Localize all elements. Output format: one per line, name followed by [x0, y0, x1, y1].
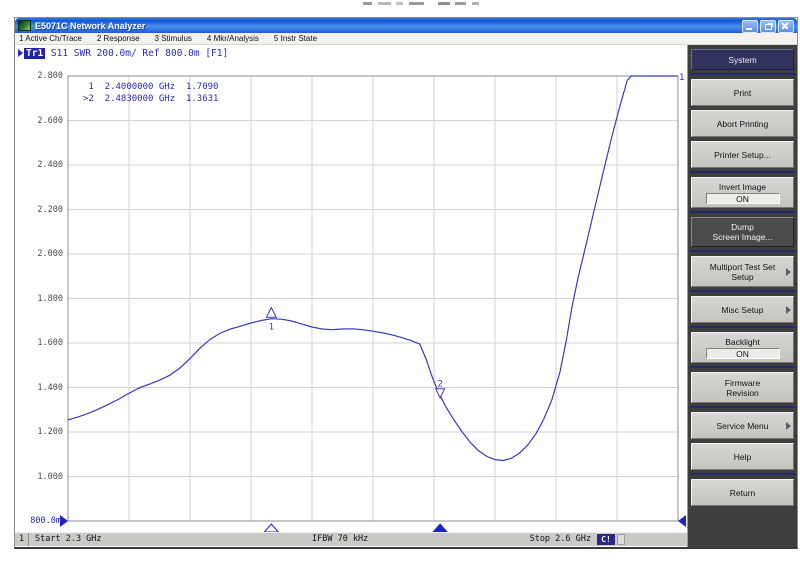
softkey-separator — [690, 290, 795, 292]
channel-number: 1 — [15, 533, 29, 546]
marker-2-number: 2 — [437, 380, 442, 390]
marker-1-number: 1 — [269, 323, 274, 333]
menu-item-5[interactable]: 5 Instr State — [274, 34, 317, 43]
y-axis-label: 2.800 — [17, 71, 63, 81]
softkey-sidebar: System Print Abort Printing Printer Setup..… — [687, 45, 797, 547]
softkey-label: Backlight — [725, 337, 760, 347]
softkey-label: Invert Image — [719, 182, 766, 192]
menu-bar: 1 Active Ch/Trace 2 Response 3 Stimulus 4 M… — [15, 33, 797, 45]
softkey-separator — [690, 366, 795, 368]
y-axis-label: 2.200 — [17, 205, 63, 215]
y-axis-label: 2.600 — [17, 116, 63, 126]
submenu-arrow-icon — [786, 422, 791, 430]
swr-plot: 1 1 2 — [15, 45, 687, 547]
softkey-dump[interactable]: DumpScreen Image... — [691, 217, 794, 247]
ref-level-right-arrow-icon — [678, 515, 686, 527]
softkey-printer-setup[interactable]: Printer Setup... — [691, 141, 794, 168]
ifbw-readout: IFBW 70 kHz — [312, 533, 368, 546]
softkey-separator — [690, 406, 795, 408]
softkey-separator — [690, 326, 795, 328]
submenu-arrow-icon — [786, 268, 791, 276]
softkey-separator — [690, 211, 795, 213]
menu-item-4[interactable]: 4 Mkr/Analysis — [207, 34, 259, 43]
ref-level-left-arrow-icon — [60, 515, 68, 527]
softkey-label: Firmware — [725, 378, 760, 388]
marker-readout-row-1: 1 2.4000000 GHz 1.7090 — [83, 81, 218, 93]
y-axis-label: 2.000 — [17, 249, 63, 259]
softkey-label: Revision — [726, 388, 759, 398]
trace-status-line: Tr1 S11 SWR 200.0m/ Ref 800.0m [F1] — [18, 47, 228, 59]
softkey-invert-image[interactable]: Invert ImageON — [691, 177, 794, 208]
softkey-label: Screen Image... — [712, 232, 772, 242]
trace-badge[interactable]: Tr1 — [24, 48, 45, 59]
marker-readout: 1 2.4000000 GHz 1.7090>2 2.4830000 GHz 1… — [83, 81, 218, 105]
y-axis-label: 1.600 — [17, 338, 63, 348]
softkey-separator — [690, 73, 795, 75]
softkey-print[interactable]: Print — [691, 79, 794, 106]
softkey-label: Print — [734, 88, 751, 98]
softkey-return[interactable]: Return — [691, 479, 794, 506]
status-bar: 1 Start 2.3 GHz IFBW 70 kHz Stop 2.6 GHz… — [15, 532, 687, 546]
measurement-screen: 112 Tr1 S11 SWR 200.0m/ Ref 800.0m [F1] … — [15, 45, 687, 547]
marker-readout-row-2: >2 2.4830000 GHz 1.3631 — [83, 93, 218, 105]
softkey-separator — [690, 171, 795, 173]
restore-icon — [765, 24, 772, 30]
softkey-backlight[interactable]: BacklightON — [691, 332, 794, 363]
softkey-abort-printing[interactable]: Abort Printing — [691, 110, 794, 137]
softkey-label: System — [728, 55, 756, 65]
menu-item-2[interactable]: 2 Response — [97, 34, 140, 43]
reference-level-label: 800.0m — [15, 516, 61, 526]
softkey-label: Setup — [731, 272, 753, 282]
submenu-arrow-icon — [786, 306, 791, 314]
softkey-label: Service Menu — [717, 421, 769, 431]
menu-item-3[interactable]: 3 Stimulus — [155, 34, 192, 43]
softkey-label: Printer Setup... — [714, 150, 771, 160]
softkey-label: Multiport Test Set — [710, 262, 776, 272]
softkey-service-menu[interactable]: Service Menu — [691, 412, 794, 439]
softkey-label: Misc Setup — [721, 305, 763, 315]
y-axis-label: 1.000 — [17, 472, 63, 482]
title-bar[interactable]: E5071C Network Analyzer — [15, 18, 797, 33]
softkey-label: Abort Printing — [717, 119, 769, 129]
marker-2-symbol[interactable] — [436, 389, 445, 398]
softkey-multiport-test-set[interactable]: Multiport Test SetSetup — [691, 256, 794, 287]
marker-1-stimulus-indicator[interactable] — [264, 524, 278, 532]
y-axis-label: 2.400 — [17, 160, 63, 170]
menu-item-1[interactable]: 1 Active Ch/Trace — [19, 34, 82, 43]
restore-button[interactable] — [760, 20, 776, 33]
softkey-help[interactable]: Help — [691, 443, 794, 470]
y-axis-label: 1.800 — [17, 294, 63, 304]
y-axis-label: 1.400 — [17, 383, 63, 393]
stop-frequency: Stop 2.6 GHz — [530, 533, 591, 546]
minimize-button[interactable] — [742, 20, 758, 33]
app-icon — [18, 20, 31, 31]
active-trace-arrow-icon — [18, 49, 23, 57]
content-area: 112 Tr1 S11 SWR 200.0m/ Ref 800.0m [F1] … — [15, 45, 797, 547]
cal-status-badge: C! — [597, 534, 615, 545]
trace-end-number: 1 — [679, 73, 684, 83]
marker-1-symbol[interactable] — [266, 308, 276, 318]
softkey-toggle-state[interactable]: ON — [706, 193, 780, 204]
window-title: E5071C Network Analyzer — [35, 21, 145, 31]
softkey-misc-setup[interactable]: Misc Setup — [691, 296, 794, 323]
softkey-system[interactable]: System — [691, 49, 794, 70]
y-axis-label: 1.200 — [17, 427, 63, 437]
page: E5071C Network Analyzer 1 Active Ch/Trac… — [0, 0, 800, 567]
softkey-label: Return — [730, 488, 756, 498]
instrument-window: E5071C Network Analyzer 1 Active Ch/Trac… — [14, 17, 798, 549]
trace-status-text: S11 SWR 200.0m/ Ref 800.0m [F1] — [45, 48, 228, 59]
softkey-separator — [690, 473, 795, 475]
softkey-label: Help — [734, 452, 751, 462]
minimize-icon — [746, 28, 752, 30]
marker-2-stimulus-indicator[interactable] — [433, 524, 447, 532]
softkey-label: Dump — [731, 222, 754, 232]
status-bar-endcap — [617, 534, 625, 545]
start-frequency: Start 2.3 GHz — [35, 533, 102, 546]
softkey-toggle-state[interactable]: ON — [706, 348, 780, 359]
softkey-firmware[interactable]: FirmwareRevision — [691, 372, 794, 403]
close-button[interactable] — [778, 20, 794, 33]
softkey-separator — [690, 250, 795, 252]
